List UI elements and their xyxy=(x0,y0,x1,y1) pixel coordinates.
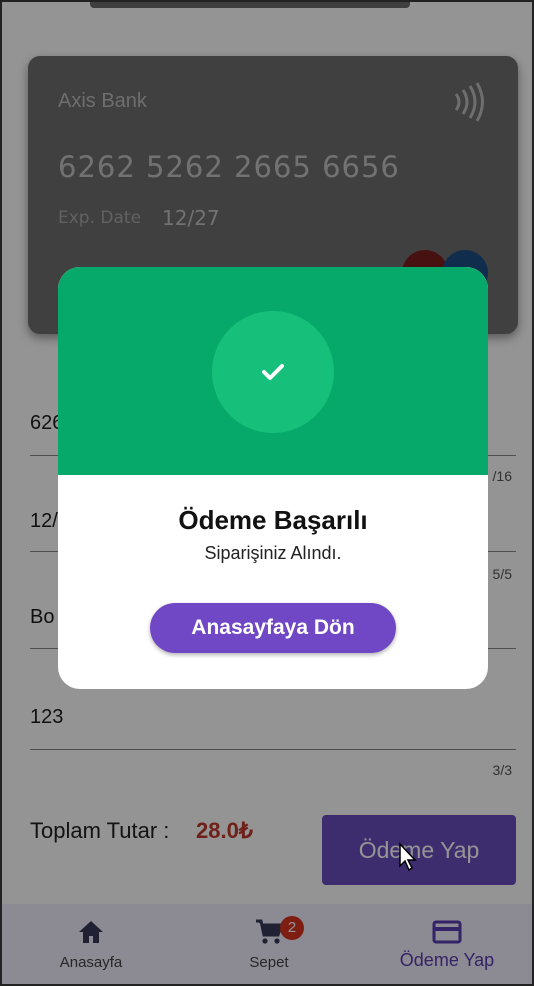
payment-success-dialog: Ödeme Başarılı Siparişiniz Alındı. Anasa… xyxy=(58,267,488,689)
dialog-message: Siparişiniz Alındı. xyxy=(204,543,342,563)
dialog-header xyxy=(58,267,488,475)
payment-screen: Axis Bank 6262 5262 2665 6656 Exp. Date … xyxy=(0,0,534,986)
go-home-button[interactable]: Anasayfaya Dön xyxy=(150,603,396,653)
dialog-title: Ödeme Başarılı xyxy=(178,505,368,535)
mouse-cursor-icon xyxy=(399,842,417,872)
check-icon xyxy=(262,364,284,380)
success-circle xyxy=(212,311,334,433)
